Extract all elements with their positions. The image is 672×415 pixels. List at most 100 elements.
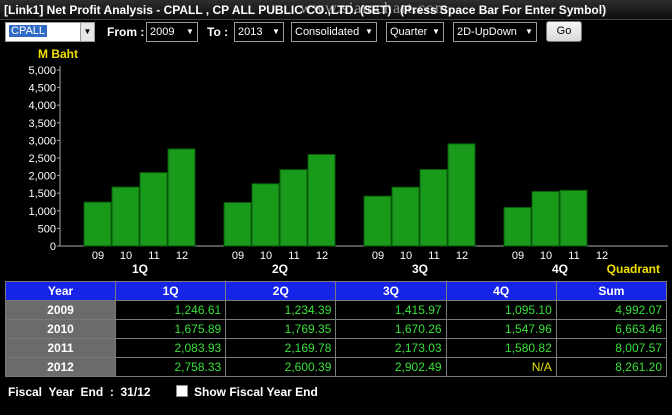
x-tick-label: 12 xyxy=(316,250,328,262)
table-cell: 2,600.39 xyxy=(225,357,337,377)
from-year-value: 2009 xyxy=(150,26,175,38)
column-header: 4Q xyxy=(445,281,557,301)
window-titlebar: [Link1] Net Profit Analysis - CPALL , CP… xyxy=(0,0,672,20)
bar-2Q-09 xyxy=(223,202,252,247)
row-year: 2009 xyxy=(5,300,116,320)
column-header: Sum xyxy=(555,281,668,301)
chevron-down-icon[interactable]: ▼ xyxy=(185,27,195,37)
chevron-down-icon[interactable]: ▼ xyxy=(271,27,281,37)
footer: Fiscal Year End : 31/12 Show Fiscal Year… xyxy=(0,381,672,401)
y-tick-label: 4,000 xyxy=(28,100,56,112)
table-header-row: Year 1Q 2Q 3Q 4Q Sum xyxy=(5,281,668,301)
x-tick-label: 11 xyxy=(568,250,579,262)
symbol-hint: (Press Space Bar For Enter Symbol) xyxy=(400,3,607,17)
bar-1Q-10 xyxy=(111,186,140,247)
table-row[interactable]: 2011 2,083.93 2,169.78 2,173.03 1,580.82… xyxy=(5,338,668,358)
table-cell: 1,246.61 xyxy=(114,300,227,320)
x-tick-label: 10 xyxy=(120,250,132,262)
bar-2Q-12 xyxy=(307,153,336,247)
table-cell: 1,415.97 xyxy=(335,300,447,320)
statement-value: Consolidated xyxy=(295,26,360,38)
row-year: 2011 xyxy=(5,338,116,358)
y-tick-label: 500 xyxy=(38,223,56,235)
y-tick-label: 3,000 xyxy=(28,135,56,147)
symbol-value[interactable]: CPALL xyxy=(9,25,48,37)
y-tick-label: 0 xyxy=(50,241,56,253)
symbol-combo[interactable]: CPALL ▼ xyxy=(5,22,95,42)
x-tick-label: 11 xyxy=(148,250,159,262)
x-tick-label: 12 xyxy=(176,250,188,262)
net-profit-table: Year 1Q 2Q 3Q 4Q Sum 2009 1,246.61 1,234… xyxy=(5,281,668,377)
table-cell: 1,769.35 xyxy=(225,319,337,339)
y-tick-label: 1,500 xyxy=(28,188,56,200)
table-cell: 2,758.33 xyxy=(114,357,227,377)
table-cell: 6,663.46 xyxy=(555,319,668,339)
table-cell: 2,169.78 xyxy=(225,338,337,358)
x-tick-label: 10 xyxy=(400,250,412,262)
table-cell: 2,902.49 xyxy=(335,357,447,377)
chevron-down-icon[interactable]: ▼ xyxy=(524,27,534,37)
x-tick-label: 10 xyxy=(540,250,552,262)
bar-1Q-09 xyxy=(83,201,112,247)
column-header: 3Q xyxy=(335,281,447,301)
bar-3Q-09 xyxy=(363,195,392,247)
from-year-select[interactable]: 2009 ▼ xyxy=(146,22,198,42)
table-row[interactable]: 2009 1,246.61 1,234.39 1,415.97 1,095.10… xyxy=(5,300,668,320)
chart-svg: M Baht 0 500 1,000 1,500 2,000 2,500 3,000 3,500… xyxy=(28,47,668,276)
table-cell: 1,670.26 xyxy=(335,319,447,339)
chevron-down-icon[interactable]: ▼ xyxy=(364,27,374,37)
x-tick-label: 09 xyxy=(512,250,524,262)
table-cell: 1,095.10 xyxy=(445,300,557,320)
row-year: 2010 xyxy=(5,319,116,339)
column-header: Year xyxy=(5,281,116,301)
x-tick-label: 10 xyxy=(260,250,272,262)
bar-4Q-10 xyxy=(531,191,560,247)
show-fiscal-label[interactable]: Show Fiscal Year End xyxy=(194,385,318,399)
bar-1Q-12 xyxy=(167,148,196,247)
table-row[interactable]: 2012 2,758.33 2,600.39 2,902.49 N/A 8,26… xyxy=(5,357,668,377)
y-tick-label: 2,000 xyxy=(28,171,56,183)
toolbar: CPALL ▼ From : 2009 ▼ To : 2013 ▼ Consol… xyxy=(0,20,672,44)
y-axis-unit-label: M Baht xyxy=(38,47,78,61)
table-cell: 1,547.96 xyxy=(445,319,557,339)
fiscal-year-end: Fiscal Year End : 31/12 xyxy=(8,385,151,399)
chevron-down-icon[interactable]: ▼ xyxy=(431,27,441,37)
y-tick-label: 3,500 xyxy=(28,118,56,130)
y-tick-label: 1,000 xyxy=(28,206,56,218)
y-tick-label: 5,000 xyxy=(28,65,56,77)
period-select[interactable]: Quarter ▼ xyxy=(386,22,444,42)
table-cell: 1,580.82 xyxy=(445,338,557,358)
x-tick-label: 11 xyxy=(428,250,439,262)
period-value: Quarter xyxy=(390,26,428,38)
table-cell: 4,992.07 xyxy=(555,300,668,320)
quarter-group-label: 3Q xyxy=(412,262,428,276)
table-cell: 8,261.20 xyxy=(555,357,668,377)
x-tick-label: 09 xyxy=(372,250,384,262)
quarter-group-label: 4Q xyxy=(552,262,568,276)
net-profit-chart: M Baht 0 500 1,000 1,500 2,000 2,500 3,000 3,500… xyxy=(0,44,672,276)
to-year-value: 2013 xyxy=(238,26,263,38)
row-year: 2012 xyxy=(5,357,116,377)
chevron-down-icon[interactable]: ▼ xyxy=(80,23,94,41)
chart-style-select[interactable]: 2D-UpDown ▼ xyxy=(453,22,537,42)
to-year-select[interactable]: 2013 ▼ xyxy=(234,22,284,42)
go-button[interactable]: Go xyxy=(546,21,582,42)
column-header: 1Q xyxy=(114,281,227,301)
x-tick-label: 09 xyxy=(92,250,104,262)
x-tick-label: 12 xyxy=(596,250,608,262)
chart-style-value: 2D-UpDown xyxy=(457,26,517,38)
show-fiscal-checkbox[interactable] xyxy=(176,385,188,397)
y-tick-label: 4,500 xyxy=(28,83,56,95)
table-cell: 8,007.57 xyxy=(555,338,668,358)
x-tick-label: 09 xyxy=(232,250,244,262)
statement-select[interactable]: Consolidated ▼ xyxy=(291,22,377,42)
table-cell: 1,234.39 xyxy=(225,300,337,320)
bar-3Q-12 xyxy=(447,143,476,247)
x-tick-label: 11 xyxy=(288,250,299,262)
bar-4Q-09 xyxy=(503,206,532,247)
table-row[interactable]: 2010 1,675.89 1,769.35 1,670.26 1,547.96… xyxy=(5,319,668,339)
bar-4Q-11 xyxy=(559,189,588,247)
to-label: To : xyxy=(207,25,229,39)
table-cell: 1,675.89 xyxy=(114,319,227,339)
bar-2Q-10 xyxy=(251,183,280,247)
